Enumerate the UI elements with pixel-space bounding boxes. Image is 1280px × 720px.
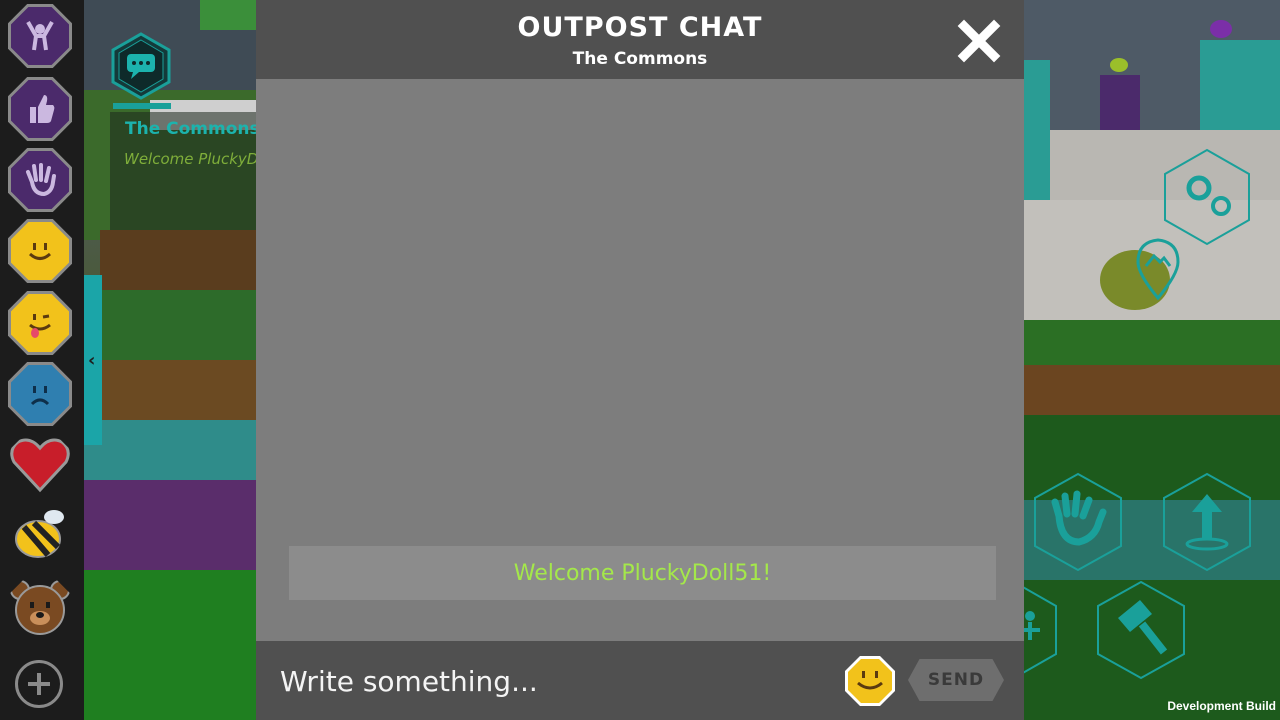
- preview-message: Welcome PluckyDoll51!: [124, 150, 256, 168]
- chat-message-area: Welcome PluckyDoll51!: [256, 79, 1024, 641]
- smiley-icon[interactable]: [844, 655, 896, 707]
- bear-face-icon: [10, 580, 70, 635]
- send-button[interactable]: SEND: [908, 659, 1004, 701]
- chat-toggle-icon[interactable]: [111, 32, 171, 100]
- chat-channel-name: The Commons: [572, 49, 708, 69]
- heart-icon: [10, 438, 70, 493]
- chat-message-text: Welcome PluckyDoll51!: [513, 560, 772, 586]
- thumbs-up-emote-button[interactable]: [8, 77, 72, 141]
- emote-rail: [0, 0, 84, 720]
- outpost-chat-modal: OUTPOST CHAT The Commons Welcome PluckyD…: [256, 0, 1024, 720]
- jump-icon[interactable]: [1162, 472, 1252, 572]
- smile-emote-button[interactable]: [8, 219, 72, 283]
- hand-icon[interactable]: [1033, 472, 1123, 572]
- add-emote-button[interactable]: [15, 660, 63, 708]
- map-marker-icon[interactable]: [1134, 238, 1182, 302]
- tongue-emote-button[interactable]: [8, 291, 72, 355]
- heart-emote-button[interactable]: [8, 432, 72, 496]
- preview-channel-name: The Commons: [125, 119, 260, 139]
- bee-icon: [15, 510, 64, 558]
- sad-face-icon: [30, 386, 50, 406]
- bear-emote-button[interactable]: [8, 576, 72, 640]
- chat-header: OUTPOST CHAT The Commons: [256, 0, 1024, 79]
- close-x-icon[interactable]: [956, 18, 1002, 64]
- chat-message-input[interactable]: [268, 653, 828, 709]
- hammer-icon[interactable]: [1096, 580, 1186, 680]
- tongue-face-icon: [29, 314, 51, 338]
- chat-input-bar: SEND: [256, 641, 1024, 720]
- chat-title: OUTPOST CHAT: [517, 12, 763, 43]
- cheer-emote-button[interactable]: [8, 4, 72, 68]
- settings-icon[interactable]: [1163, 148, 1251, 246]
- bee-emote-button[interactable]: [8, 503, 72, 567]
- wave-emote-button[interactable]: [8, 148, 72, 212]
- thumbs-up-icon: [30, 95, 55, 123]
- sad-emote-button[interactable]: [8, 362, 72, 426]
- smile-face-icon: [28, 243, 52, 260]
- waving-hand-icon: [26, 163, 56, 197]
- chat-message-row: Welcome PluckyDoll51!: [289, 546, 996, 600]
- development-build-label: Development Build: [1167, 699, 1276, 713]
- chevron-left-icon[interactable]: ‹: [88, 350, 95, 371]
- cheer-figure-icon: [26, 21, 54, 51]
- chat-tab-underline: [113, 103, 171, 109]
